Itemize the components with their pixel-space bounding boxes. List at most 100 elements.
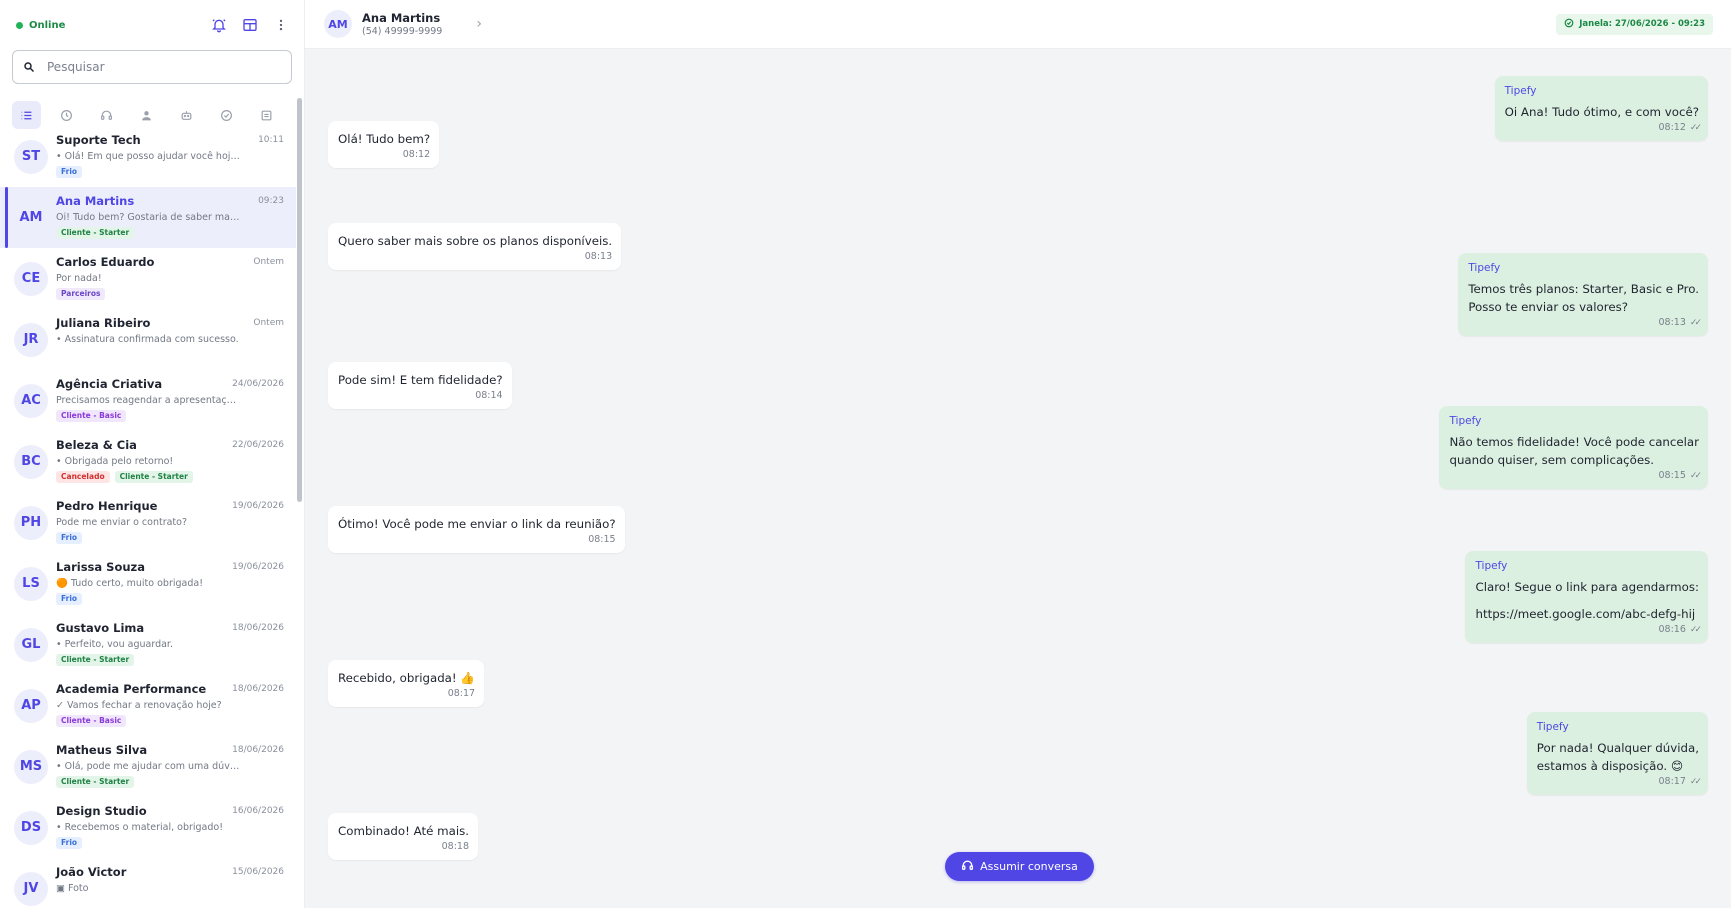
conversation-item[interactable]: BC Beleza & Cia 22/06/2026 • Obrigada pelo … <box>0 431 296 492</box>
avatar[interactable]: AM <box>324 10 352 38</box>
contact-name[interactable]: Ana Martins <box>362 11 442 25</box>
tag-badge: Cliente - Starter <box>56 227 135 239</box>
conversation-time: 18/06/2026 <box>232 745 284 755</box>
conversation-preview: ✓ Vamos fechar a renovação hoje? <box>56 700 222 711</box>
online-status[interactable]: Online <box>16 20 65 31</box>
conversation-name: Beleza & Cia <box>56 438 137 452</box>
tag-badge: Cancelado <box>56 471 110 483</box>
tag-badge: Cliente - Starter <box>114 471 193 483</box>
conversation-time: 09:23 <box>258 196 284 206</box>
conversation-item[interactable]: AC Agência Criativa 24/06/2026 Precisamos r… <box>0 370 296 431</box>
chevron-right-icon[interactable]: › <box>476 16 482 32</box>
bell-icon[interactable] <box>210 16 228 34</box>
avatar: BC <box>14 444 48 479</box>
filter-tab-check-circle-icon[interactable] <box>212 101 241 129</box>
conversation-item[interactable]: JR Juliana Ribeiro Ontem • Assinatura confi… <box>0 309 296 370</box>
message-time: 08:15 <box>1658 470 1686 481</box>
more-vertical-icon[interactable] <box>272 16 290 34</box>
avatar: CE <box>14 261 48 296</box>
message-time: 08:12 <box>1658 122 1686 133</box>
avatar: ST <box>14 139 48 174</box>
headset-icon <box>101 110 112 120</box>
conversation-item[interactable]: LS Larissa Souza 19/06/2026 🟠 Tudo certo, m… <box>0 553 296 614</box>
avatar: GL <box>14 627 48 662</box>
tag-list: Frio <box>56 593 284 605</box>
conversation-time: 15/06/2026 <box>232 867 284 877</box>
layout-icon[interactable] <box>241 16 259 34</box>
conversation-item[interactable]: PH Pedro Henrique 19/06/2026 Pode me enviar… <box>0 492 296 553</box>
outgoing-message[interactable]: Tipefy Não temos fidelidade! Você pode ca… <box>1439 406 1708 489</box>
double-check-icon: ✓✓ <box>1689 317 1702 328</box>
tag-list: Cliente - Starter <box>56 227 284 239</box>
conversation-item[interactable]: GL Gustavo Lima 18/06/2026 • Perfeito, vou … <box>0 614 296 675</box>
tag-badge: Cliente - Starter <box>56 776 135 788</box>
filter-tab-bot-icon[interactable] <box>172 101 201 129</box>
message-time: 08:17 <box>1658 776 1686 787</box>
outgoing-message[interactable]: Tipefy Oi Ana! Tudo ótimo, e com você? 08:… <box>1494 76 1708 141</box>
search-input[interactable] <box>47 60 247 74</box>
conversation-name: Suporte Tech <box>56 133 141 147</box>
message-sender: Tipefy <box>1504 85 1537 97</box>
tag-badge: Frio <box>56 837 83 849</box>
session-window-label: Janela: 27/06/2026 - 09:23 <box>1579 19 1705 29</box>
filter-tab-list-icon[interactable] <box>12 101 41 129</box>
outgoing-message[interactable]: Tipefy Temos três planos: Starter, Basic … <box>1458 253 1708 336</box>
message-link[interactable]: https://meet.google.com/abc-defg-hij <box>1475 605 1699 623</box>
filter-tabs <box>12 101 304 129</box>
take-over-button[interactable]: Assumir conversa <box>945 852 1094 881</box>
message-time: 08:14 <box>475 390 503 401</box>
conversation-item[interactable]: ST Suporte Tech 10:11 • Olá! Em que posso a… <box>0 126 296 187</box>
message-time: 08:15 <box>588 534 616 545</box>
tag-list: Frio <box>56 532 284 544</box>
incoming-message[interactable]: Olá! Tudo bem? 08:12 <box>328 121 440 168</box>
conversation-time: 19/06/2026 <box>232 501 284 511</box>
user-icon <box>142 110 151 120</box>
conversation-item[interactable]: AP Academia Performance 18/06/2026 ✓ Vamos … <box>0 675 296 736</box>
conversation-preview: • Assinatura confirmada com sucesso. <box>56 334 239 345</box>
message-text: Oi Ana! Tudo ótimo, e com você? <box>1504 105 1699 119</box>
message-text: Ótimo! Você pode me enviar o link da reu… <box>338 517 616 531</box>
search-box <box>12 50 292 84</box>
incoming-message[interactable]: Combinado! Até mais. 08:18 <box>328 813 478 860</box>
incoming-message[interactable]: Ótimo! Você pode me enviar o link da reu… <box>328 506 625 553</box>
incoming-message[interactable]: Quero saber mais sobre os planos disponí… <box>328 223 622 270</box>
filter-tab-archive-icon[interactable] <box>252 101 281 129</box>
message-text: Claro! Segue o link para agendarmos: <box>1475 580 1699 594</box>
sidebar: Online STSuporte Tech10:11• Olá! Em qu <box>0 0 305 908</box>
incoming-message[interactable]: Pode sim! E tem fidelidade? 08:14 <box>328 362 512 409</box>
message-time: 08:13 <box>1658 317 1686 328</box>
conversation-name: Agência Criativa <box>56 377 163 391</box>
scrollbar[interactable] <box>297 98 302 502</box>
incoming-message[interactable]: Recebido, obrigada! 👍 08:17 <box>328 660 485 707</box>
tag-badge: Frio <box>56 593 83 605</box>
chat-header: AM Ana Martins (54) 49999-9999 › Janela:… <box>305 0 1731 49</box>
conversation-item[interactable]: AM Ana Martins 09:23 Oi! Tudo bem? Gostaria… <box>0 187 296 248</box>
conversation-item[interactable]: MS Matheus Silva 18/06/2026 • Olá, pode me … <box>0 736 296 797</box>
conversation-preview: • Perfeito, vou aguardar. <box>56 639 173 650</box>
message-text: Pode sim! E tem fidelidade? <box>338 373 503 387</box>
message-sender: Tipefy <box>1536 721 1569 733</box>
message-text: Olá! Tudo bem? <box>338 132 431 146</box>
filter-tab-clock-icon[interactable] <box>52 101 81 129</box>
conversation-preview: Precisamos reagendar a apresentação. <box>56 395 241 406</box>
conversation-item[interactable]: JV João Victor 15/06/2026 ▣ Foto <box>0 858 296 908</box>
tag-list: Cliente - Basic <box>56 715 284 727</box>
tag-list: Cliente - Starter <box>56 654 284 666</box>
avatar: JR <box>14 322 48 357</box>
conversation-name: Matheus Silva <box>56 743 148 757</box>
message-sender: Tipefy <box>1475 560 1508 572</box>
conversation-time: Ontem <box>253 257 284 267</box>
message-sender: Tipefy <box>1468 262 1501 274</box>
conversation-time: 22/06/2026 <box>232 440 284 450</box>
outgoing-message[interactable]: Tipefy Por nada! Qualquer dúvida, estamos… <box>1526 712 1708 795</box>
tag-badge: Cliente - Basic <box>56 410 127 422</box>
contact-phone: (54) 49999-9999 <box>362 26 443 37</box>
conversation-item[interactable]: CE Carlos Eduardo Ontem Por nada! Parceiros <box>0 248 296 309</box>
outgoing-message[interactable]: Tipefy Claro! Segue o link para agendarmo… <box>1465 551 1708 643</box>
message-time: 08:17 <box>447 688 476 699</box>
conversation-item[interactable]: DS Design Studio 16/06/2026 • Recebemos o m… <box>0 797 296 858</box>
filter-tab-headset-icon[interactable] <box>92 101 121 129</box>
conversation-name: João Victor <box>56 865 127 879</box>
filter-tab-user-icon[interactable] <box>132 101 161 129</box>
conversation-name: Pedro Henrique <box>56 499 158 513</box>
